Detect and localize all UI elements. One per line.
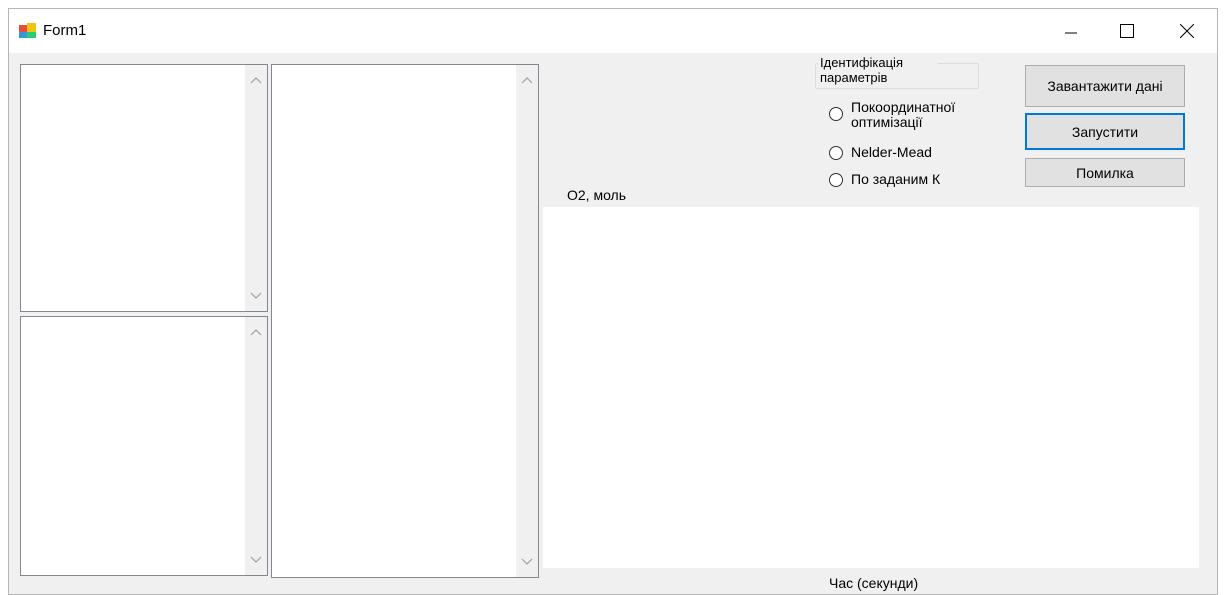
vertical-scrollbar[interactable] bbox=[245, 317, 267, 575]
load-data-button[interactable]: Завантажити дані bbox=[1025, 65, 1185, 107]
radio-nelder-mead[interactable]: Nelder-Mead bbox=[829, 145, 932, 160]
radio-label: Nelder-Mead bbox=[851, 144, 932, 160]
radio-given-k[interactable]: По заданим К bbox=[829, 172, 940, 187]
listbox-bottom-left[interactable] bbox=[20, 316, 268, 576]
app-icon bbox=[19, 23, 36, 38]
minimize-button[interactable] bbox=[1043, 9, 1099, 53]
vertical-scrollbar[interactable] bbox=[516, 65, 538, 577]
radio-circle[interactable] bbox=[829, 146, 843, 160]
radio-label: По заданим К bbox=[851, 171, 941, 187]
radio-circle[interactable] bbox=[829, 173, 843, 187]
chevron-down-icon[interactable] bbox=[250, 292, 262, 300]
close-icon bbox=[1180, 24, 1194, 38]
listbox-center[interactable] bbox=[271, 64, 539, 578]
chevron-up-icon[interactable] bbox=[250, 76, 262, 84]
run-button[interactable]: Запустити bbox=[1025, 113, 1185, 150]
chart-plot-area[interactable] bbox=[543, 207, 1199, 568]
radio-circle[interactable] bbox=[829, 107, 843, 121]
maximize-button[interactable] bbox=[1099, 9, 1155, 53]
chart-ylabel: O2, моль bbox=[567, 187, 627, 203]
groupbox-title-line2: параметрів bbox=[820, 70, 888, 85]
groupbox-title: Ідентифікація параметрів bbox=[820, 55, 903, 85]
radio-coordinate-optimization[interactable]: Покоординатної оптимізації bbox=[829, 100, 955, 130]
groupbox-title-line1: Ідентифікація bbox=[820, 55, 903, 70]
listbox-top-left[interactable] bbox=[20, 64, 268, 312]
chevron-up-icon[interactable] bbox=[521, 76, 533, 84]
radio-label-line1: Покоординатної bbox=[851, 99, 956, 115]
maximize-icon bbox=[1120, 24, 1134, 38]
chevron-down-icon[interactable] bbox=[521, 558, 533, 566]
minimize-icon bbox=[1065, 32, 1077, 34]
vertical-scrollbar[interactable] bbox=[245, 65, 267, 311]
chevron-down-icon[interactable] bbox=[250, 556, 262, 564]
close-button[interactable] bbox=[1159, 9, 1215, 53]
title-bar[interactable]: Form1 bbox=[9, 9, 1217, 53]
error-button[interactable]: Помилка bbox=[1025, 158, 1185, 187]
window-title: Form1 bbox=[43, 22, 87, 39]
radio-label: Покоординатної оптимізації bbox=[851, 100, 955, 130]
chevron-up-icon[interactable] bbox=[250, 328, 262, 336]
chart-xlabel: Час (секунди) bbox=[829, 575, 919, 591]
radio-label-line2: оптимізації bbox=[851, 114, 923, 130]
